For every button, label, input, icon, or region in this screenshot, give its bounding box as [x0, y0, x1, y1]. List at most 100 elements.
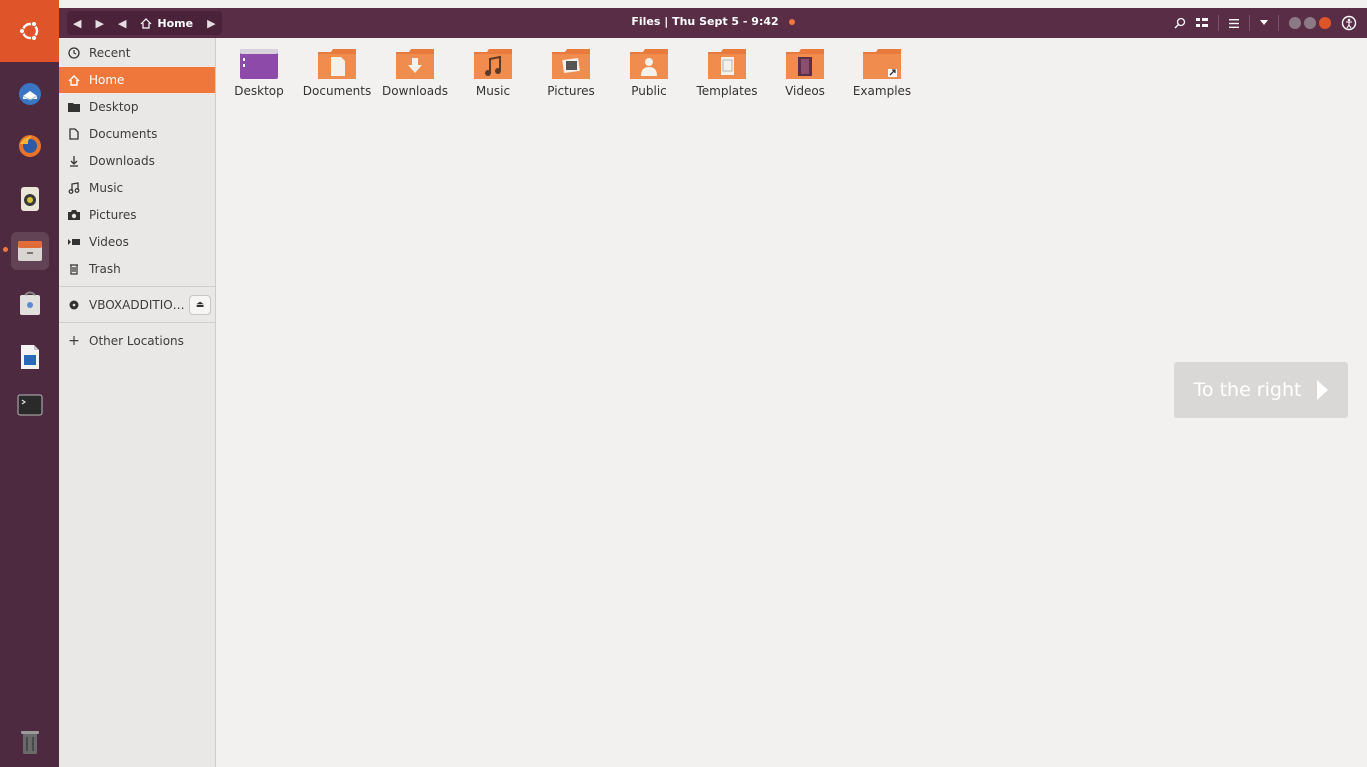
- trash-icon: [21, 731, 39, 754]
- active-indicator: [3, 247, 8, 252]
- writer-icon: [21, 345, 39, 369]
- sidebar-item-label: Home: [89, 73, 125, 87]
- sidebar-item-label: Documents: [89, 127, 158, 141]
- music-folder-icon: [474, 49, 512, 79]
- ubuntu-logo-button[interactable]: [0, 0, 59, 62]
- folder-label: Documents: [302, 84, 372, 98]
- speaker-icon: [21, 187, 39, 211]
- thunderbird-icon: [19, 83, 41, 105]
- sidebar-item-music[interactable]: Music: [59, 175, 215, 201]
- folder-label: Music: [475, 84, 511, 98]
- download-icon: [68, 155, 80, 167]
- clock-icon: [68, 47, 80, 59]
- sidebar-item-label: Videos: [89, 235, 129, 249]
- folder-icon: [68, 101, 80, 113]
- folder-documents[interactable]: Documents: [299, 47, 375, 111]
- software-center-icon: [20, 291, 40, 315]
- video-icon: [68, 236, 80, 248]
- documents-folder-icon: [318, 49, 356, 79]
- window-controls: [1289, 17, 1331, 29]
- accessibility-icon[interactable]: [1341, 15, 1357, 31]
- launcher-software[interactable]: [11, 285, 49, 323]
- folder-label: Downloads: [382, 84, 448, 98]
- folder-label: Examples: [852, 84, 912, 98]
- sidebar-item-videos[interactable]: Videos: [59, 229, 215, 255]
- sidebar-divider: [59, 286, 215, 287]
- sidebar-item-pictures[interactable]: Pictures: [59, 202, 215, 228]
- pictures-folder-icon: [552, 49, 590, 79]
- terminal-icon: [17, 394, 43, 416]
- folder-public[interactable]: Public: [611, 47, 687, 111]
- menu-icon[interactable]: [1229, 18, 1239, 28]
- folder-label: Videos: [785, 84, 825, 98]
- minimize-button[interactable]: [1289, 17, 1301, 29]
- search-icon[interactable]: [1174, 17, 1186, 29]
- window-title: Files | Thu Sept 5 - 9:42: [631, 15, 779, 28]
- eject-icon: ⏏: [195, 300, 205, 310]
- document-icon: [68, 128, 80, 140]
- sidebar-item-documents[interactable]: Documents: [59, 121, 215, 147]
- folder-label: Public: [631, 84, 667, 98]
- launcher-terminal[interactable]: [11, 386, 49, 424]
- launcher-rhythmbox[interactable]: [11, 180, 49, 218]
- sidebar-item-label: Other Locations: [89, 334, 184, 348]
- folder-desktop[interactable]: Desktop: [221, 47, 297, 111]
- sidebar-item-label: Recent: [89, 46, 131, 60]
- file-cabinet-icon: [18, 241, 42, 261]
- disc-icon: [68, 299, 80, 311]
- close-button[interactable]: [1319, 17, 1331, 29]
- maximize-button[interactable]: [1304, 17, 1316, 29]
- folder-music[interactable]: Music: [455, 47, 531, 111]
- templates-folder-icon: [708, 49, 746, 79]
- to-the-right-button[interactable]: To the right: [1174, 362, 1348, 418]
- sidebar-item-label: Pictures: [89, 208, 137, 222]
- music-icon: [68, 182, 80, 194]
- sidebar-item-label: Downloads: [89, 154, 155, 168]
- grid-view-icon[interactable]: [1196, 18, 1208, 28]
- screen: ◀ ▶ ◀ Home ▶ Files | Thu Sept 5 - 9:42 R…: [0, 0, 1367, 767]
- public-folder-icon: [630, 49, 668, 79]
- top-bar: ◀ ▶ ◀ Home ▶ Files | Thu Sept 5 - 9:42: [59, 8, 1367, 38]
- folder-pictures[interactable]: Pictures: [533, 47, 609, 111]
- downloads-folder-icon: [396, 49, 434, 79]
- recording-dot-icon: [788, 19, 795, 25]
- launcher-trash[interactable]: [11, 723, 49, 761]
- sidebar-item-recent[interactable]: Recent: [59, 40, 215, 66]
- launcher-writer[interactable]: [11, 338, 49, 376]
- folder-label: Pictures: [547, 84, 595, 98]
- sidebar: Recent Home Desktop Documents Downloads …: [59, 38, 216, 767]
- examples-folder-icon: [863, 49, 901, 79]
- folder-examples[interactable]: Examples: [844, 47, 920, 111]
- sidebar-item-home[interactable]: Home: [59, 67, 215, 93]
- sidebar-item-label: VBOXADDITIO…: [89, 298, 185, 312]
- toolbar-divider: [1278, 15, 1279, 31]
- desktop-folder-icon: [240, 49, 278, 79]
- file-view: Desktop Documents Downloads Music Pictur…: [217, 38, 1367, 767]
- folder-videos[interactable]: Videos: [767, 47, 843, 111]
- window-title-area: Files | Thu Sept 5 - 9:42: [59, 15, 1367, 28]
- videos-folder-icon: [786, 49, 824, 79]
- sidebar-divider: [59, 322, 215, 323]
- folder-downloads[interactable]: Downloads: [377, 47, 453, 111]
- plus-icon: +: [68, 333, 80, 349]
- launcher-thunderbird[interactable]: [11, 75, 49, 113]
- folder-templates[interactable]: Templates: [689, 47, 765, 111]
- camera-icon: [68, 209, 80, 221]
- sidebar-item-other-locations[interactable]: + Other Locations: [59, 328, 215, 354]
- sidebar-item-label: Trash: [89, 262, 121, 276]
- sidebar-item-downloads[interactable]: Downloads: [59, 148, 215, 174]
- sidebar-item-desktop[interactable]: Desktop: [59, 94, 215, 120]
- sidebar-item-label: Music: [89, 181, 124, 195]
- sidebar-item-trash[interactable]: Trash: [59, 256, 215, 282]
- launcher-files[interactable]: [11, 232, 49, 270]
- launcher: [0, 0, 59, 767]
- eject-button[interactable]: ⏏: [189, 295, 211, 315]
- folder-label: Templates: [696, 84, 758, 98]
- ubuntu-logo-icon: [18, 20, 38, 42]
- sidebar-item-device[interactable]: VBOXADDITIO… ⏏: [59, 292, 215, 318]
- chevron-down-icon[interactable]: [1260, 20, 1268, 26]
- toolbar-divider: [1249, 15, 1250, 31]
- launcher-firefox[interactable]: [11, 127, 49, 165]
- firefox-icon: [19, 135, 41, 157]
- toolbar-right: [1174, 12, 1357, 34]
